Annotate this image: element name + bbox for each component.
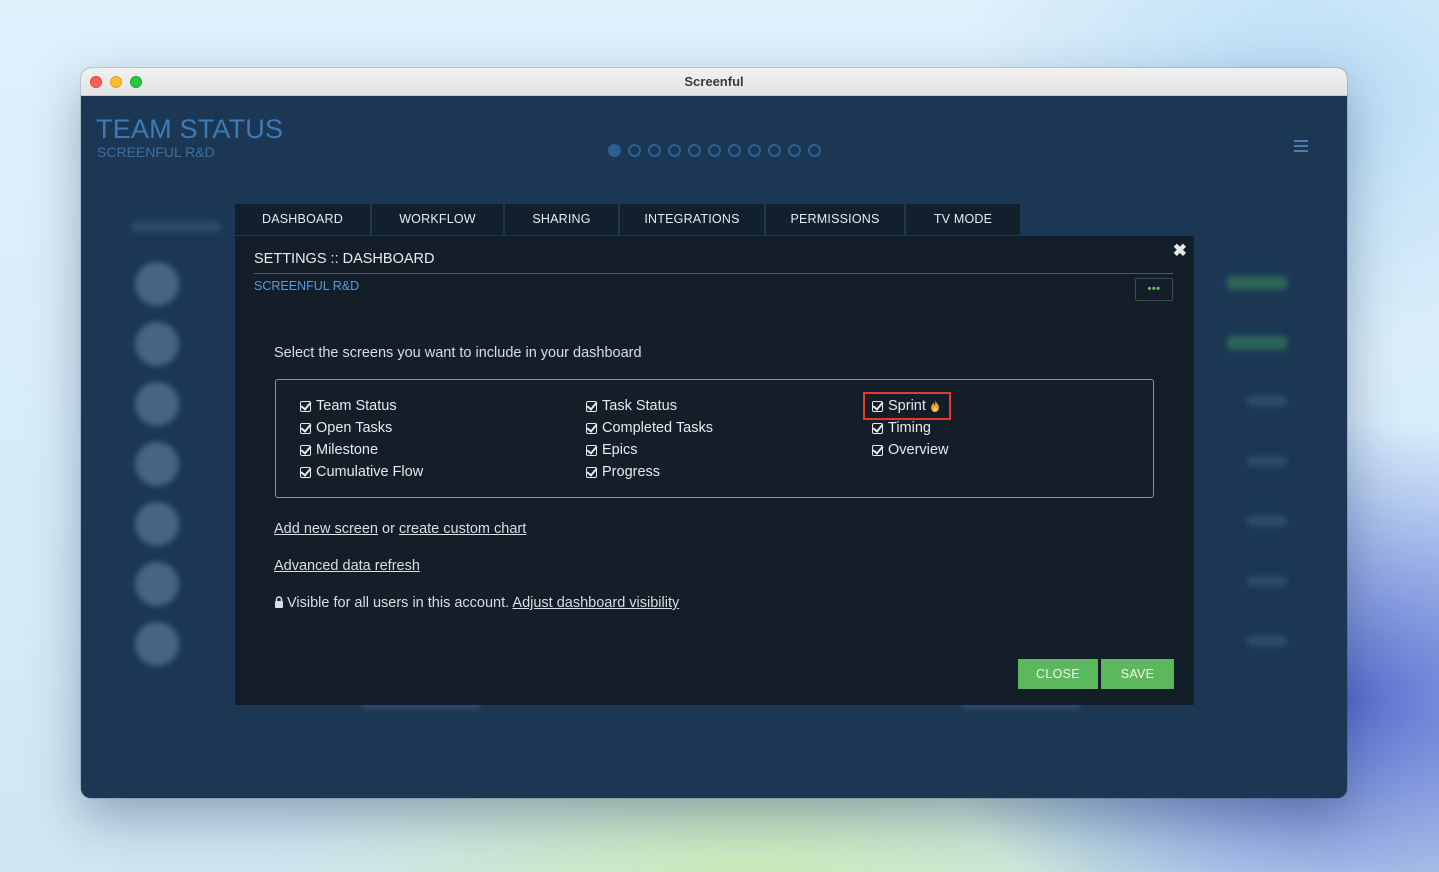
add-screen-row: Add new screen or create custom chart xyxy=(274,521,526,537)
checkbox-label: Milestone xyxy=(316,442,379,458)
screen-checkbox-cumulative-flow[interactable]: Cumulative Flow xyxy=(300,461,423,483)
page-dot[interactable] xyxy=(728,144,741,157)
checkbox-label: Task Status xyxy=(602,398,677,414)
visibility-row: Visible for all users in this account. A… xyxy=(274,595,679,611)
checkbox-checked-icon[interactable] xyxy=(586,422,597,434)
tab-workflow[interactable]: WORKFLOW xyxy=(372,204,503,235)
page-subtitle: SCREENFUL R&D xyxy=(97,144,215,160)
screen-checkbox-task-status[interactable]: Task Status xyxy=(586,395,713,417)
page-title: TEAM STATUS xyxy=(96,114,284,144)
checkbox-label: Overview xyxy=(888,442,949,458)
page-indicator xyxy=(608,144,821,157)
screen-column: Sprint Timing Overview xyxy=(862,392,952,461)
tab-integrations[interactable]: INTEGRATIONS xyxy=(620,204,764,235)
page-dot[interactable] xyxy=(748,144,761,157)
checkbox-label: Sprint xyxy=(888,398,926,414)
checkbox-label: Cumulative Flow xyxy=(316,464,424,480)
flame-icon xyxy=(930,399,939,412)
page-dot[interactable] xyxy=(668,144,681,157)
checkbox-checked-icon[interactable] xyxy=(300,422,311,434)
lock-icon xyxy=(275,596,283,608)
checkbox-label: Completed Tasks xyxy=(602,420,713,436)
title-bar: Screenful xyxy=(81,68,1347,96)
checkbox-checked-icon[interactable] xyxy=(872,444,883,456)
close-icon[interactable]: ✖ xyxy=(1173,241,1187,261)
close-button[interactable]: CLOSE xyxy=(1018,659,1098,689)
screen-checkbox-sprint[interactable]: Sprint xyxy=(862,392,952,420)
settings-modal: ✖ SETTINGS :: DASHBOARD SCREENFUL R&D ••… xyxy=(235,236,1194,705)
checkbox-checked-icon[interactable] xyxy=(586,400,597,412)
screen-column: Team Status Open Tasks Milestone Cumulat… xyxy=(300,395,423,483)
screen-checkbox-overview[interactable]: Overview xyxy=(872,439,948,461)
checkbox-checked-icon[interactable] xyxy=(300,400,311,412)
menu-icon[interactable] xyxy=(1294,140,1308,152)
checkbox-checked-icon[interactable] xyxy=(300,444,311,456)
more-options-button[interactable]: ••• xyxy=(1135,278,1173,301)
advanced-data-refresh-link[interactable]: Advanced data refresh xyxy=(274,558,420,574)
or-text: or xyxy=(377,521,399,537)
screen-checkbox-open-tasks[interactable]: Open Tasks xyxy=(300,417,423,439)
screen-checkbox-milestone[interactable]: Milestone xyxy=(300,439,423,461)
checkbox-checked-icon[interactable] xyxy=(300,466,311,478)
page-dot[interactable] xyxy=(688,144,701,157)
checkbox-checked-icon[interactable] xyxy=(872,422,883,434)
tab-sharing[interactable]: SHARING xyxy=(505,204,618,235)
screen-column: Task Status Completed Tasks Epics Progre… xyxy=(586,395,713,483)
screen-checkbox-epics[interactable]: Epics xyxy=(586,439,713,461)
save-button[interactable]: SAVE xyxy=(1101,659,1174,689)
page-dot[interactable] xyxy=(628,144,641,157)
app-content: TEAM STATUS SCREENFUL R&D DASHBOARD WORK… xyxy=(81,96,1347,798)
page-dot[interactable] xyxy=(648,144,661,157)
page-dot[interactable] xyxy=(768,144,781,157)
add-new-screen-link[interactable]: Add new screen xyxy=(274,521,378,537)
adjust-visibility-link[interactable]: Adjust dashboard visibility xyxy=(512,595,679,611)
tab-tv-mode[interactable]: TV MODE xyxy=(906,204,1020,235)
checkbox-label: Open Tasks xyxy=(316,420,393,436)
checkbox-checked-icon[interactable] xyxy=(586,444,597,456)
checkbox-checked-icon[interactable] xyxy=(586,466,597,478)
checkbox-label: Epics xyxy=(602,442,638,458)
checkbox-label: Timing xyxy=(888,420,931,436)
screen-checkbox-completed-tasks[interactable]: Completed Tasks xyxy=(586,417,713,439)
screen-checkbox-progress[interactable]: Progress xyxy=(586,461,713,483)
screen-selection-box: Team Status Open Tasks Milestone Cumulat… xyxy=(275,379,1154,498)
modal-heading: SETTINGS :: DASHBOARD xyxy=(254,251,1173,274)
page-dot[interactable] xyxy=(708,144,721,157)
advanced-refresh-row: Advanced data refresh xyxy=(274,558,420,574)
account-name: SCREENFUL R&D xyxy=(254,279,360,293)
tab-dashboard[interactable]: DASHBOARD xyxy=(235,204,370,235)
tab-permissions[interactable]: PERMISSIONS xyxy=(766,204,904,235)
settings-tabs: DASHBOARD WORKFLOW SHARING INTEGRATIONS … xyxy=(235,204,1020,235)
screen-checkbox-timing[interactable]: Timing xyxy=(872,417,948,439)
checkbox-checked-icon[interactable] xyxy=(872,400,883,412)
checkbox-label: Team Status xyxy=(316,398,397,414)
checkbox-label: Progress xyxy=(602,464,661,480)
window-title: Screenful xyxy=(684,74,744,89)
visibility-text: Visible for all users in this account. xyxy=(287,595,513,611)
page-dot[interactable] xyxy=(788,144,801,157)
page-dot[interactable] xyxy=(808,144,821,157)
app-window: Screenful TEAM STATUS SCREENFUL R&D DASH… xyxy=(81,68,1347,798)
instruction-text: Select the screens you want to include i… xyxy=(274,345,642,361)
page-dot[interactable] xyxy=(608,144,621,157)
screen-checkbox-team-status[interactable]: Team Status xyxy=(300,395,423,417)
create-custom-chart-link[interactable]: create custom chart xyxy=(399,521,526,537)
